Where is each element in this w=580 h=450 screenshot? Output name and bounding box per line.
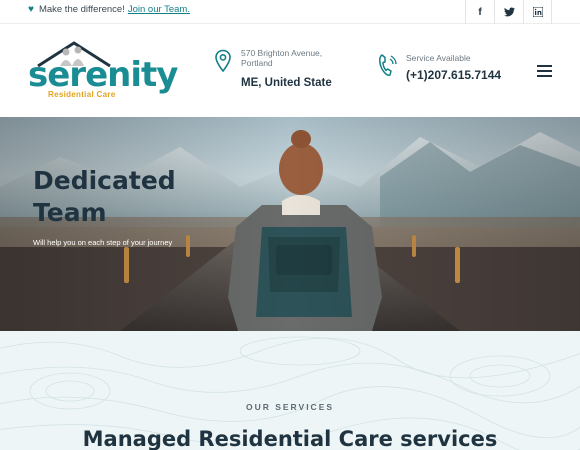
top-message: ♥ Make the difference! Join our Team.	[28, 4, 190, 15]
services-title: Managed Residential Care services	[82, 427, 498, 450]
phone-number[interactable]: (+1)207.615.7144	[406, 68, 501, 82]
hero-title: Dedicated Team	[33, 165, 176, 229]
service-label: Service Available	[406, 53, 471, 63]
hero-tagline: Will help you on each step of your journ…	[33, 238, 173, 247]
join-team-link[interactable]: Join our Team.	[128, 4, 190, 15]
address-street: 570 Brighton Avenue, Portland	[241, 48, 323, 68]
hero-banner: Dedicated Team Will help you on each ste…	[0, 117, 580, 331]
services-section: OUR SERVICES Managed Residential Care se…	[0, 331, 580, 450]
menu-icon[interactable]	[537, 65, 552, 77]
logo-wordmark: serenity	[28, 55, 178, 95]
facebook-icon[interactable]: f	[465, 0, 494, 24]
twitter-icon[interactable]	[494, 0, 523, 24]
location-pin-icon	[215, 49, 231, 73]
linkedin-icon[interactable]	[523, 0, 552, 24]
logo[interactable]: serenity Residential Care	[28, 40, 178, 102]
hero-title-line1: Dedicated	[33, 166, 176, 195]
logo-subtitle: Residential Care	[48, 90, 116, 99]
heart-icon: ♥	[28, 3, 34, 15]
site-header: serenity Residential Care 570 Brighton A…	[0, 25, 580, 117]
top-bar: ♥ Make the difference! Join our Team. f	[0, 0, 580, 24]
top-message-text: Make the difference!	[38, 4, 125, 15]
social-links: f	[465, 0, 552, 24]
services-kicker: OUR SERVICES	[245, 402, 335, 412]
address-city: ME, United State	[241, 77, 332, 89]
hero-title-line2: Team	[33, 198, 107, 227]
phone-icon	[379, 54, 397, 76]
